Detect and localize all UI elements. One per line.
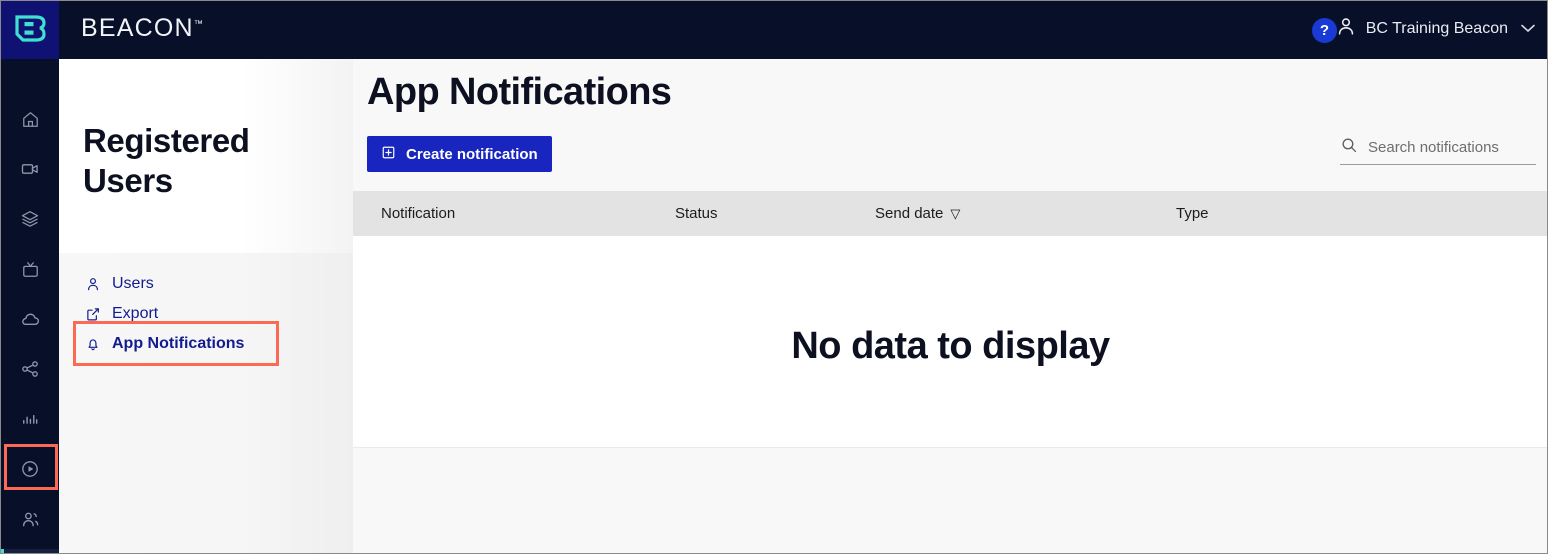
brand-wordmark: BEACON™ <box>81 14 203 43</box>
column-header-label: Status <box>675 205 718 222</box>
account-name: BC Training Beacon <box>1365 19 1508 37</box>
search-input[interactable] <box>1368 139 1547 156</box>
column-header-label: Type <box>1176 205 1209 222</box>
table-footer-area <box>353 448 1547 553</box>
app-logo-tile[interactable] <box>1 1 59 59</box>
trademark-symbol: ™ <box>193 18 203 29</box>
create-notification-button[interactable]: Create notification <box>367 136 552 172</box>
play-circle-icon <box>20 459 40 479</box>
sidebar-item-tv[interactable] <box>1 249 59 289</box>
layers-icon <box>20 209 40 229</box>
column-header-send-date[interactable]: Send date ▽ <box>875 205 960 222</box>
sidebar-item-home[interactable] <box>1 99 59 139</box>
page-title: App Notifications <box>367 71 672 113</box>
main-content: App Notifications Create notification Se… <box>353 59 1547 553</box>
table-body: No data to display <box>353 236 1547 448</box>
bell-icon <box>85 336 102 353</box>
column-header-label: Send date <box>875 205 944 222</box>
beacon-b-logo-icon <box>13 11 47 50</box>
icon-rail <box>1 59 59 553</box>
person-icon <box>85 276 102 293</box>
secondary-panel: Registered Users Users Export App Notifi… <box>59 59 353 553</box>
panel-nav-item-users[interactable]: Users <box>59 269 353 299</box>
search-icon <box>1340 136 1358 159</box>
panel-title: Registered Users <box>83 122 250 199</box>
panel-nav-label: Export <box>112 305 159 322</box>
sidebar-item-video[interactable] <box>1 149 59 189</box>
main-header: App Notifications Create notification <box>353 59 1547 191</box>
sidebar-item-registered-users[interactable] <box>1 549 59 553</box>
top-header: BEACON™ ? BC Training Beacon <box>1 1 1547 59</box>
app-window: BEACON™ ? BC Training Beacon Registered … <box>0 0 1548 554</box>
sidebar-item-playback[interactable] <box>1 449 59 489</box>
column-header-label: Notification <box>381 205 456 222</box>
plus-square-icon <box>381 145 396 164</box>
panel-nav: Users Export App Notifications <box>59 269 353 359</box>
sidebar-item-analytics[interactable] <box>1 399 59 439</box>
empty-state-message: No data to display <box>791 325 1110 367</box>
column-header-notification[interactable]: Notification <box>381 205 455 222</box>
users-group-icon <box>20 509 41 530</box>
account-menu[interactable]: BC Training Beacon <box>1335 15 1535 42</box>
person-icon <box>1335 15 1357 42</box>
panel-nav-label: App Notifications <box>112 335 245 352</box>
sidebar-item-share[interactable] <box>1 349 59 389</box>
sidebar-item-audience[interactable] <box>1 499 59 539</box>
tv-icon <box>21 260 40 279</box>
search-notifications-field[interactable] <box>1340 131 1547 165</box>
panel-nav-item-export[interactable]: Export <box>59 299 353 329</box>
cloud-icon <box>20 309 41 330</box>
share-icon <box>20 359 40 379</box>
panel-nav-item-app-notifications[interactable]: App Notifications <box>59 329 353 359</box>
help-button[interactable]: ? <box>1312 18 1337 43</box>
brand-text: BEACON <box>81 14 194 42</box>
sort-descending-icon[interactable]: ▽ <box>950 206 960 222</box>
create-notification-label: Create notification <box>406 145 538 163</box>
sidebar-item-cloud[interactable] <box>1 299 59 339</box>
external-link-icon <box>85 306 102 323</box>
analytics-bars-icon <box>20 409 40 429</box>
chevron-down-icon <box>1521 21 1535 36</box>
column-header-status[interactable]: Status <box>675 205 718 222</box>
sidebar-item-layers[interactable] <box>1 199 59 239</box>
panel-nav-label: Users <box>112 275 154 292</box>
home-icon <box>21 110 40 129</box>
column-header-type[interactable]: Type <box>1176 205 1209 222</box>
table-header-row: Notification Status Send date ▽ Type <box>353 191 1547 236</box>
video-camera-icon <box>20 159 40 179</box>
